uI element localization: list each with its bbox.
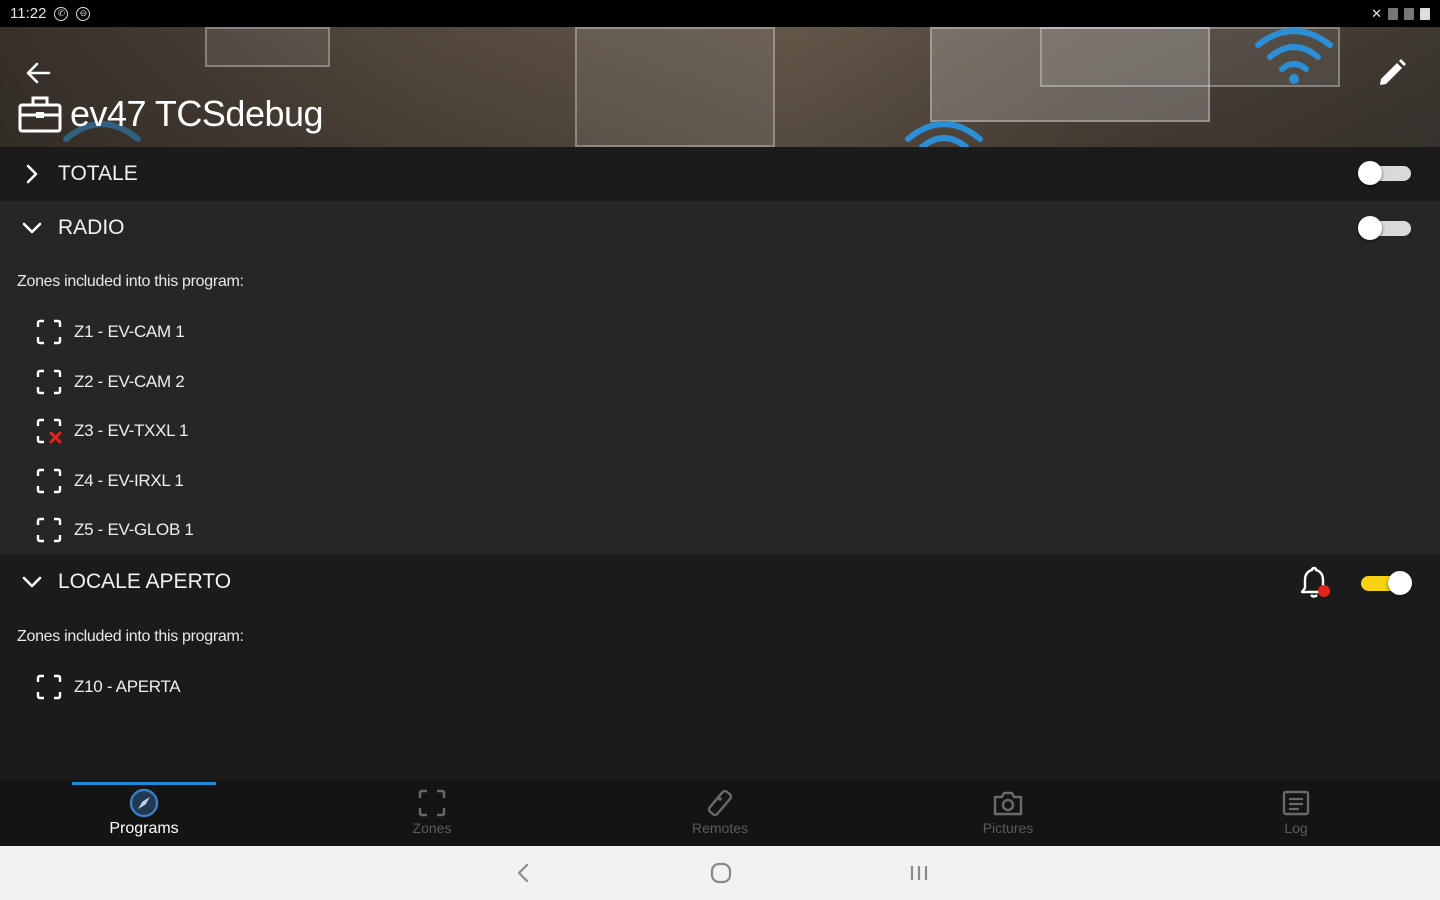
nav-tab-zones[interactable]: Zones xyxy=(288,780,576,846)
program-toggle-locale-aperto[interactable] xyxy=(1358,570,1412,596)
system-back-button[interactable] xyxy=(508,860,538,886)
home-icon xyxy=(710,862,732,884)
zone-label: Z1 - EV-CAM 1 xyxy=(74,322,185,341)
zones-caption: Zones included into this program: xyxy=(17,628,244,645)
active-tab-indicator xyxy=(72,782,216,785)
zone-label: Z10 - APERTA xyxy=(74,677,181,696)
zone-item[interactable]: Z5 - EV-GLOB 1 xyxy=(36,515,194,545)
wifi-status-icon xyxy=(1388,7,1398,20)
zone-alert-icon xyxy=(36,418,62,444)
zone-item[interactable]: Z2 - EV-CAM 2 xyxy=(36,367,185,397)
pencil-icon xyxy=(1380,59,1406,85)
page-title: ev47 TCSdebug xyxy=(70,93,324,134)
program-header-locale-aperto[interactable]: LOCALE APERTO xyxy=(0,555,1440,609)
program-header-radio[interactable]: RADIO xyxy=(0,201,1440,255)
zone-icon xyxy=(36,369,62,395)
nav-tab-programs[interactable]: Programs xyxy=(0,780,288,846)
chevron-down-icon xyxy=(20,216,44,240)
floorplan-room xyxy=(575,27,775,147)
status-time: 11:22 xyxy=(10,5,47,22)
chevron-right-icon xyxy=(20,162,44,186)
chevron-down-icon xyxy=(20,570,44,594)
chevron-left-icon xyxy=(517,863,529,883)
nav-label: Zones xyxy=(412,820,452,836)
zone-item[interactable]: Z4 - EV-IRXL 1 xyxy=(36,466,184,496)
zone-icon xyxy=(36,319,62,345)
nav-label: Pictures xyxy=(982,820,1034,836)
control-panel-icon xyxy=(18,96,62,133)
compass-icon xyxy=(129,788,159,818)
nav-label: Log xyxy=(1284,820,1308,836)
program-toggle-totale[interactable] xyxy=(1358,160,1412,186)
status-bar: 11:22 ✆ ⊖ ✕ xyxy=(0,0,1440,27)
zone-label: Z2 - EV-CAM 2 xyxy=(74,372,185,391)
zone-label: Z5 - EV-GLOB 1 xyxy=(74,520,194,539)
bell-alert-icon xyxy=(1300,566,1330,598)
nav-tab-log[interactable]: Log xyxy=(1152,780,1440,846)
system-home-button[interactable] xyxy=(706,860,736,886)
nav-label: Programs xyxy=(109,820,179,837)
back-button[interactable] xyxy=(20,55,56,91)
sync-notification-icon: ⊖ xyxy=(76,6,91,21)
zone-label: Z3 - EV-TXXL 1 xyxy=(74,421,189,440)
program-header-totale[interactable]: TOTALE xyxy=(0,147,1440,201)
log-icon xyxy=(1282,790,1310,816)
wifi-sensor-icon xyxy=(905,121,983,147)
battery-icon xyxy=(1420,7,1430,20)
arrow-back-icon xyxy=(26,62,51,84)
zone-label: Z4 - EV-IRXL 1 xyxy=(74,471,184,490)
wifi-sensor-icon xyxy=(1255,28,1333,84)
mute-icon: ✕ xyxy=(1371,5,1382,21)
zones-icon xyxy=(418,789,446,817)
zone-item[interactable]: Z1 - EV-CAM 1 xyxy=(36,317,185,347)
whatsapp-notification-icon: ✆ xyxy=(54,6,69,21)
bottom-navigation: Programs Zones Remotes Pictures Log xyxy=(0,780,1440,846)
signal-icon xyxy=(1404,7,1414,20)
system-header: ev47 TCSdebug xyxy=(0,27,1440,147)
system-recents-button[interactable] xyxy=(904,860,934,886)
title-row: ev47 TCSdebug xyxy=(18,93,324,135)
nav-tab-pictures[interactable]: Pictures xyxy=(864,780,1152,846)
alarm-bell-button[interactable] xyxy=(1298,566,1332,600)
program-name: RADIO xyxy=(58,216,125,239)
floorplan-room xyxy=(205,27,330,67)
recents-icon xyxy=(910,866,928,880)
zone-icon xyxy=(36,517,62,543)
edit-button[interactable] xyxy=(1372,53,1412,93)
system-navigation-bar xyxy=(0,846,1440,900)
program-name: LOCALE APERTO xyxy=(58,570,232,593)
zone-item[interactable]: Z10 - APERTA xyxy=(36,672,181,702)
program-name: TOTALE xyxy=(58,162,138,185)
nav-label: Remotes xyxy=(691,820,749,836)
zones-caption: Zones included into this program: xyxy=(17,273,244,290)
remote-icon xyxy=(707,789,733,817)
zone-item[interactable]: Z3 - EV-TXXL 1 xyxy=(36,416,189,446)
zone-icon xyxy=(36,674,62,700)
camera-icon xyxy=(993,791,1023,816)
zone-icon xyxy=(36,468,62,494)
program-toggle-radio[interactable] xyxy=(1358,215,1412,241)
nav-tab-remotes[interactable]: Remotes xyxy=(576,780,864,846)
